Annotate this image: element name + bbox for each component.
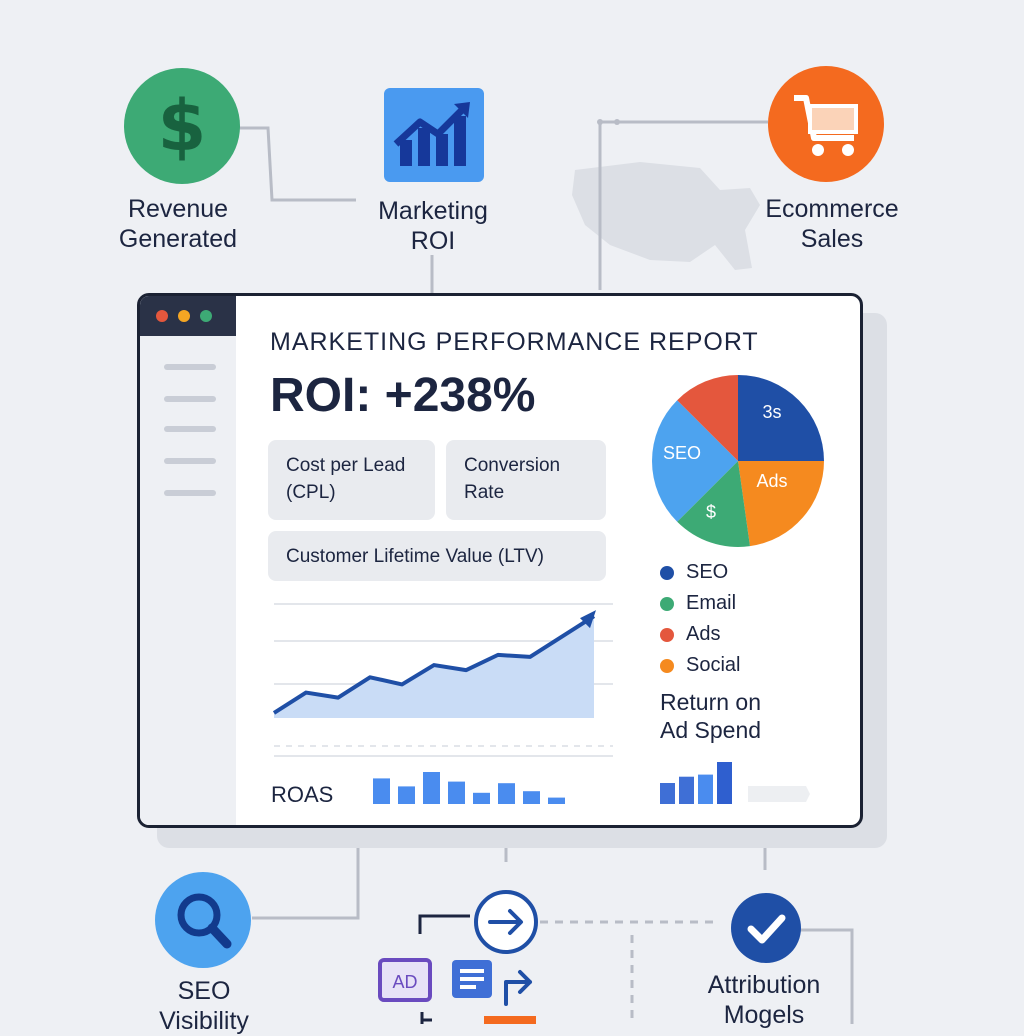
roas-title-line1: Return on [660,688,820,716]
window-maximize-dot[interactable] [200,310,212,322]
marketing-roi-icon-box [384,88,484,182]
ras-bar-0 [660,783,675,804]
window-minimize-dot[interactable] [178,310,190,322]
roas-bar-2 [423,772,440,804]
connector-revenue-roi [238,128,356,200]
return-on-ad-spend-title: Return on Ad Spend [660,688,820,744]
pie-label-1: 3s [762,402,781,422]
roas-bar-7 [548,798,565,804]
pie-label-0: SEO [663,443,701,463]
trend-area-chart [268,596,613,771]
seo-label: SEO Visibility [94,976,314,1036]
roi-value: ROI: +238% [270,368,535,423]
roas-bar-5 [498,783,515,804]
legend-label: Social [686,652,740,678]
cpl-card-line1: Cost per Lead [286,452,417,479]
seo-label-line2: Visibility [94,1006,314,1036]
attribution-label-line2: Mogels [654,1000,874,1030]
svg-text:$: $ [158,85,207,167]
search-icon [155,872,251,968]
sidebar-item[interactable] [164,396,216,402]
window-close-dot[interactable] [156,310,168,322]
legend-label: Ads [686,621,720,647]
conversion-rate-card[interactable]: Conversion Rate [446,440,606,520]
ecommerce-label-line2: Sales [722,224,942,254]
report-title: MARKETING PERFORMANCE REPORT [270,328,759,357]
seo-icon-circle [155,872,251,968]
arrow-right-icon [506,972,530,1004]
legend-label: Email [686,590,736,616]
marketing-roi-label: Marketing ROI [323,196,543,256]
revenue-label: Revenue Generated [68,194,288,254]
attribution-label: Attribution Mogels [654,970,874,1030]
cpl-card-line2: (CPL) [286,479,417,506]
shopping-cart-icon [768,66,884,182]
ad-badge-text: AD [392,972,417,992]
dollar-icon: $ [124,68,240,184]
roas-label: ROAS [271,782,333,808]
sidebar-item[interactable] [164,364,216,370]
ecommerce-icon-circle [768,66,884,182]
arrow-right-circle-icon [476,892,536,952]
ras-bar-3 [717,762,732,804]
window-titlebar [140,296,236,336]
ltv-card[interactable]: Customer Lifetime Value (LTV) [268,531,606,581]
ecommerce-label: Ecommerce Sales [722,194,942,254]
cpl-card[interactable]: Cost per Lead (CPL) [268,440,435,520]
sidebar [140,296,236,825]
seo-label-line1: SEO [94,976,314,1006]
trend-up-chart-icon [384,88,484,182]
sidebar-item[interactable] [164,426,216,432]
roas-bar-6 [523,791,540,804]
flow-diagram: AD [370,874,560,1024]
legend-dot [660,566,674,580]
report-window: MARKETING PERFORMANCE REPORT ROI: +238% … [137,293,863,828]
revenue-label-line1: Revenue [68,194,288,224]
orange-block [484,1016,536,1024]
ecommerce-label-line1: Ecommerce [722,194,942,224]
channel-pie-chart: SEO 3s Ads $ [648,371,828,551]
sidebar-item[interactable] [164,458,216,464]
roas-bar-4 [473,793,490,804]
revenue-icon-circle: $ [124,68,240,184]
ras-bar-1 [679,777,694,804]
legend-label: SEO [686,559,728,585]
checkmark-icon [731,893,801,963]
list-doc-icon [452,960,492,998]
roas-bar-0 [373,778,390,804]
legend-dot [660,659,674,673]
attribution-icon-circle [731,893,801,963]
conversion-card-line2: Rate [464,479,588,506]
roas-bar-1 [398,786,415,804]
ras-bar-2 [698,775,713,804]
ltv-card-label: Customer Lifetime Value (LTV) [286,543,588,570]
marketing-roi-label-line1: Marketing [323,196,543,226]
conversion-card-line1: Conversion [464,452,588,479]
pie-label-3: $ [706,502,716,522]
attribution-label-line1: Attribution [654,970,874,1000]
legend-dot [660,597,674,611]
legend-dot [660,628,674,642]
return-on-ad-spend-bars [660,760,820,808]
sidebar-item[interactable] [164,490,216,496]
pie-label-2: Ads [756,471,787,491]
roas-bar-chart [373,768,573,808]
ras-placeholder-bar [748,786,810,802]
roas-bar-3 [448,782,465,804]
revenue-label-line2: Generated [68,224,288,254]
marketing-roi-label-line2: ROI [323,226,543,256]
roas-title-line2: Ad Spend [660,716,820,744]
